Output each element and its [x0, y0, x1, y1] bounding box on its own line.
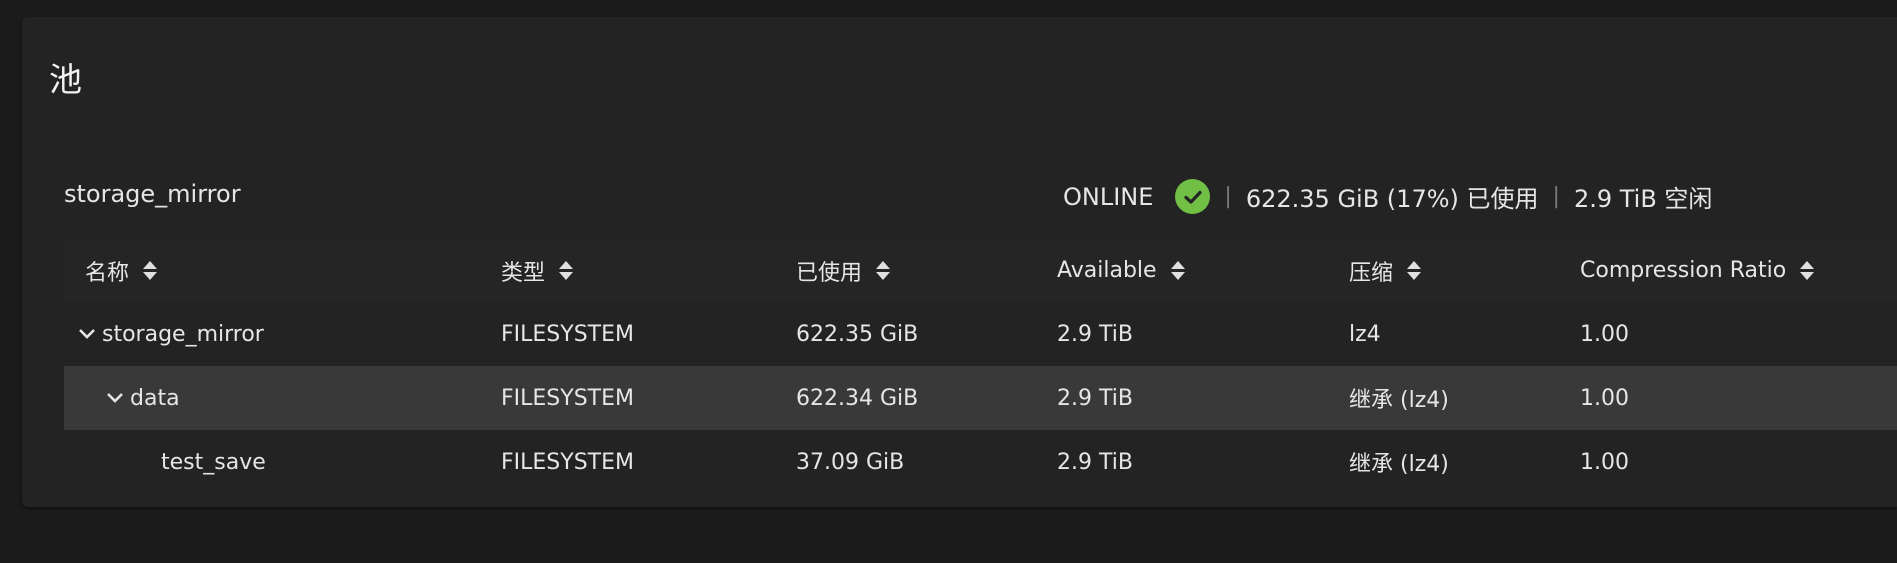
- dataset-name-cell: data: [104, 366, 180, 430]
- available-cell: 2.9 TiB: [1057, 449, 1133, 475]
- pool-used: 622.35 GiB (17%) 已使用: [1245, 185, 1539, 213]
- separator: |: [1224, 184, 1232, 209]
- available-cell: 2.9 TiB: [1057, 321, 1133, 347]
- table-row[interactable]: test_save FILESYSTEM 37.09 GiB 2.9 TiB 继…: [64, 430, 1897, 494]
- chevron-down-icon[interactable]: [104, 387, 126, 409]
- used-cell: 37.09 GiB: [796, 449, 905, 475]
- table-row[interactable]: data FILESYSTEM 622.34 GiB 2.9 TiB 继承 (l…: [64, 366, 1897, 430]
- available-cell: 2.9 TiB: [1057, 385, 1133, 411]
- sort-icon: [1169, 260, 1187, 282]
- compression-ratio-cell: 1.00: [1580, 321, 1629, 347]
- type-cell: FILESYSTEM: [501, 449, 634, 475]
- card-title: 池: [49, 60, 82, 99]
- column-header-available[interactable]: Available: [1057, 239, 1187, 302]
- compression-cell: 继承 (lz4): [1349, 452, 1449, 477]
- used-cell: 622.34 GiB: [796, 385, 919, 411]
- sort-icon: [874, 260, 892, 282]
- pool-status-text: ONLINE: [1063, 182, 1154, 211]
- compression-ratio-cell: 1.00: [1580, 449, 1629, 475]
- dataset-name-cell: test_save: [161, 449, 266, 475]
- column-header-type[interactable]: 类型: [501, 239, 575, 302]
- type-cell: FILESYSTEM: [501, 321, 634, 347]
- column-header-compression[interactable]: 压缩: [1349, 239, 1423, 302]
- sort-icon: [1405, 260, 1423, 282]
- sort-icon: [1798, 260, 1816, 282]
- separator: |: [1552, 184, 1560, 209]
- column-header-compression-ratio[interactable]: Compression Ratio: [1580, 239, 1816, 302]
- table-row[interactable]: storage_mirror FILESYSTEM 622.35 GiB 2.9…: [64, 302, 1897, 366]
- column-header-used[interactable]: 已使用: [796, 239, 892, 302]
- sort-icon: [557, 260, 575, 282]
- compression-cell: 继承 (lz4): [1349, 388, 1449, 413]
- used-cell: 622.35 GiB: [796, 321, 919, 347]
- dataset-name-cell: storage_mirror: [76, 302, 264, 366]
- pool-free: 2.9 TiB 空闲: [1573, 185, 1713, 213]
- column-header-name[interactable]: 名称: [85, 239, 159, 302]
- pool-status: ONLINE | 622.35 GiB (17%) 已使用 | 2.9 TiB …: [1063, 179, 1712, 214]
- pool-header: storage_mirror ONLINE | 622.35 GiB (17%)…: [22, 162, 1897, 230]
- type-cell: FILESYSTEM: [501, 385, 634, 411]
- pools-card: 池 storage_mirror ONLINE | 622.35 GiB (17…: [22, 17, 1897, 507]
- check-circle-icon: [1175, 179, 1211, 214]
- compression-cell: lz4: [1349, 321, 1381, 347]
- table-header: 名称 类型 已使用 Available 压缩 Compression Ratio: [64, 239, 1897, 302]
- compression-ratio-cell: 1.00: [1580, 385, 1629, 411]
- pool-name: storage_mirror: [64, 180, 241, 208]
- sort-icon: [141, 260, 159, 282]
- chevron-down-icon[interactable]: [76, 323, 98, 345]
- dataset-table: 名称 类型 已使用 Available 压缩 Compression Ratio…: [64, 239, 1897, 494]
